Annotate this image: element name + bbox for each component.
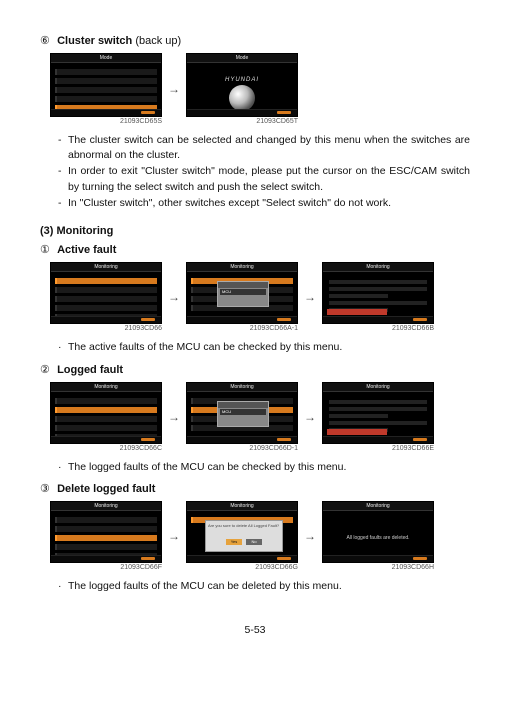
figure-active-2: Monitoring MCU 21093CD66A-1: [186, 262, 298, 332]
figure-active-3: Monitoring 21093CD66B: [322, 262, 434, 332]
confirm-dialog: Are you sure to delete All Logged Fault?…: [205, 520, 283, 552]
cluster-bullets: The cluster switch can be selected and c…: [58, 133, 470, 211]
arrow-icon: →: [166, 410, 182, 424]
active-note: The active faults of the MCU can be chec…: [58, 340, 470, 355]
page-number: 5-53: [40, 624, 470, 636]
dial-icon: [229, 85, 255, 111]
yes-button: Yes: [226, 539, 242, 545]
cluster-figure-row: Mode 21093CD65S → Mode HYUNDAI 21093CD65…: [50, 53, 470, 125]
figure-caption: 21093CD65T: [256, 118, 298, 125]
section-delete-title: ③ Delete logged fault: [40, 482, 470, 495]
delete-note: The logged faults of the MCU can be dele…: [58, 579, 470, 594]
figure-logged-3: Monitoring 21093CD66E: [322, 382, 434, 452]
figure-logged-1: Monitoring 21093CD66C: [50, 382, 162, 452]
screenshot-titlebar: Mode: [51, 54, 161, 63]
section-active-title: ① Active fault: [40, 243, 470, 256]
figure-active-1: Monitoring 21093CD66: [50, 262, 162, 332]
figure-logged-2: Monitoring MCU 21093CD66D-1: [186, 382, 298, 452]
bullet-item: In order to exit "Cluster switch" mode, …: [58, 164, 470, 194]
monitoring-heading: (3) Monitoring: [40, 225, 470, 237]
brand-logo: HYUNDAI: [225, 77, 259, 83]
section-num: ⑥: [40, 34, 54, 47]
section-num: ①: [40, 243, 54, 256]
section-logged-title: ② Logged fault: [40, 363, 470, 376]
arrow-icon: →: [166, 529, 182, 543]
arrow-icon: →: [302, 410, 318, 424]
arrow-icon: →: [166, 82, 182, 96]
screenshot-titlebar: Mode: [187, 54, 297, 63]
bullet-item: The cluster switch can be selected and c…: [58, 133, 470, 163]
logged-figure-row: Monitoring 21093CD66C → Monitoring MCU 2…: [50, 382, 470, 452]
figure-cluster-2: Mode HYUNDAI 21093CD65T: [186, 53, 298, 125]
section-title-rest: (back up): [135, 35, 181, 47]
figure-caption: 21093CD65S: [120, 118, 162, 125]
logged-note: The logged faults of the MCU can be chec…: [58, 460, 470, 475]
no-button: No: [246, 539, 262, 545]
delete-figure-row: Monitoring 21093CD66F → Monitoring Are y…: [50, 501, 470, 571]
figure-delete-1: Monitoring 21093CD66F: [50, 501, 162, 571]
bullet-item: In "Cluster switch", other switches exce…: [58, 196, 470, 211]
arrow-icon: →: [302, 290, 318, 304]
arrow-icon: →: [302, 529, 318, 543]
figure-cluster-1: Mode 21093CD65S: [50, 53, 162, 125]
section-cluster-title: ⑥ Cluster switch (back up): [40, 34, 470, 47]
figure-delete-3: Monitoring All logged faults are deleted…: [322, 501, 434, 571]
section-title-bold: Cluster switch: [57, 35, 132, 47]
arrow-icon: →: [166, 290, 182, 304]
section-title-bold: Active fault: [57, 244, 116, 256]
active-figure-row: Monitoring 21093CD66 → Monitoring MCU 21…: [50, 262, 470, 332]
figure-delete-2: Monitoring Are you sure to delete All Lo…: [186, 501, 298, 571]
